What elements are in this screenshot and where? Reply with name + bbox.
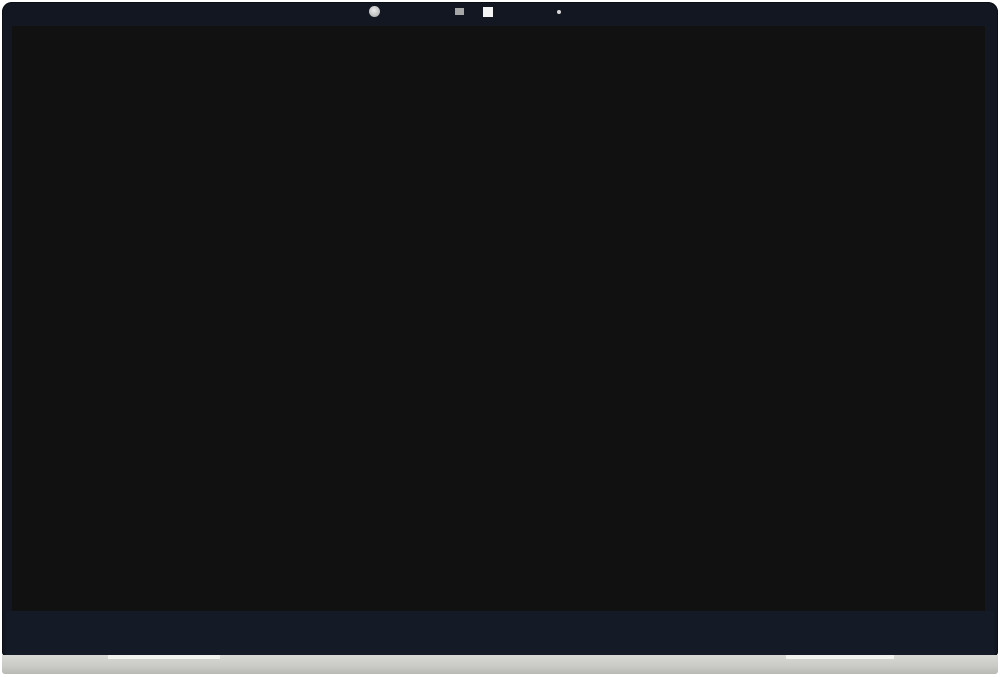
hinge-notch-left — [108, 655, 220, 659]
webcam-icon — [369, 6, 380, 17]
indicator-light-icon — [557, 10, 561, 14]
hinge-notch-right — [786, 655, 894, 659]
ir-emitter-icon — [483, 7, 493, 17]
display-assembly — [0, 0, 1000, 677]
display-panel — [12, 26, 985, 611]
bottom-bezel — [6, 611, 994, 655]
ir-sensor-icon — [455, 8, 464, 15]
